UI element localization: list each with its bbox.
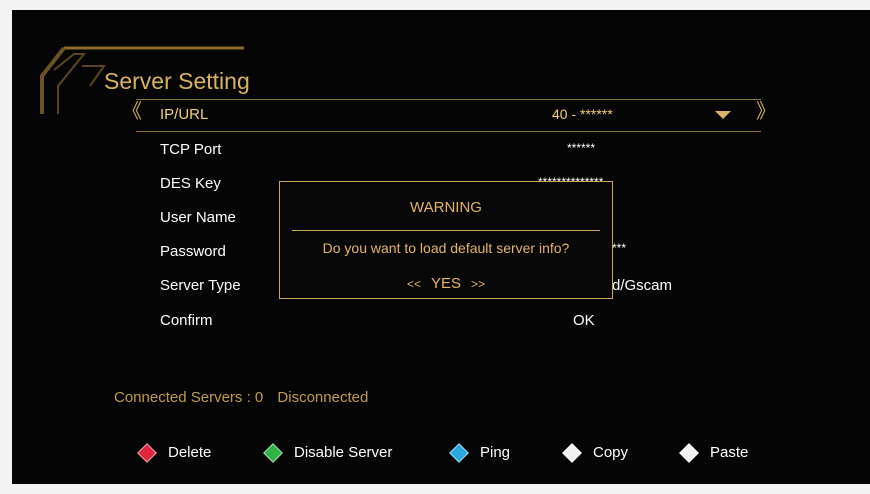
- ip-url-label: IP/URL: [160, 106, 209, 123]
- delete-hint[interactable]: Delete: [137, 442, 212, 463]
- tv-screen: Server Setting 《 》 IP/URL 40 - ****** TC…: [12, 10, 870, 484]
- dropdown-arrow-icon[interactable]: [715, 111, 731, 119]
- disable-server-label: Disable Server: [294, 444, 393, 461]
- white-diamond-icon: [562, 442, 582, 463]
- dialog-title: WARNING: [410, 199, 482, 216]
- copy-hint[interactable]: Copy: [562, 442, 629, 463]
- row-divider-bottom: [136, 131, 761, 132]
- password-label: Password: [160, 243, 226, 260]
- chevron-right-icon: >>: [471, 277, 486, 291]
- connected-servers-count: Connected Servers : 0: [114, 389, 264, 406]
- red-diamond-icon: [137, 442, 157, 463]
- ping-hint[interactable]: Ping: [449, 442, 511, 463]
- row-divider-top: [136, 99, 761, 100]
- yes-button[interactable]: << YES >>: [280, 275, 612, 292]
- delete-label: Delete: [168, 444, 212, 461]
- disable-server-hint[interactable]: Disable Server: [263, 442, 393, 463]
- white-diamond-icon: [679, 442, 699, 463]
- password-value: ***: [612, 241, 627, 255]
- next-server-arrow[interactable]: 》: [756, 102, 776, 122]
- chevron-left-icon: <<: [406, 277, 421, 291]
- green-diamond-icon: [263, 442, 283, 463]
- tcp-port-label: TCP Port: [160, 141, 222, 158]
- page-title: Server Setting: [104, 68, 250, 94]
- confirm-label: Confirm: [160, 312, 213, 329]
- user-name-label: User Name: [160, 209, 236, 226]
- connection-status: Connected Servers : 0 Disconnected: [114, 389, 378, 406]
- ping-label: Ping: [480, 444, 511, 461]
- copy-label: Copy: [593, 444, 629, 461]
- connection-state: Disconnected: [277, 389, 369, 406]
- dialog-message: Do you want to load default server info?: [322, 240, 570, 256]
- warning-dialog: WARNING Do you want to load default serv…: [279, 181, 613, 299]
- paste-label: Paste: [710, 444, 749, 461]
- blue-diamond-icon: [449, 442, 469, 463]
- dialog-divider: [292, 230, 600, 231]
- yes-button-label: YES: [430, 275, 461, 292]
- ip-url-value: 40 - ******: [552, 106, 613, 122]
- tcp-port-value: ******: [567, 141, 596, 155]
- confirm-ok-button[interactable]: OK: [573, 312, 595, 329]
- server-type-label: Server Type: [160, 277, 241, 294]
- paste-hint[interactable]: Paste: [679, 442, 749, 463]
- previous-server-arrow[interactable]: 《: [122, 102, 142, 122]
- server-type-value: d/Gscam: [612, 277, 673, 294]
- des-key-label: DES Key: [160, 175, 221, 192]
